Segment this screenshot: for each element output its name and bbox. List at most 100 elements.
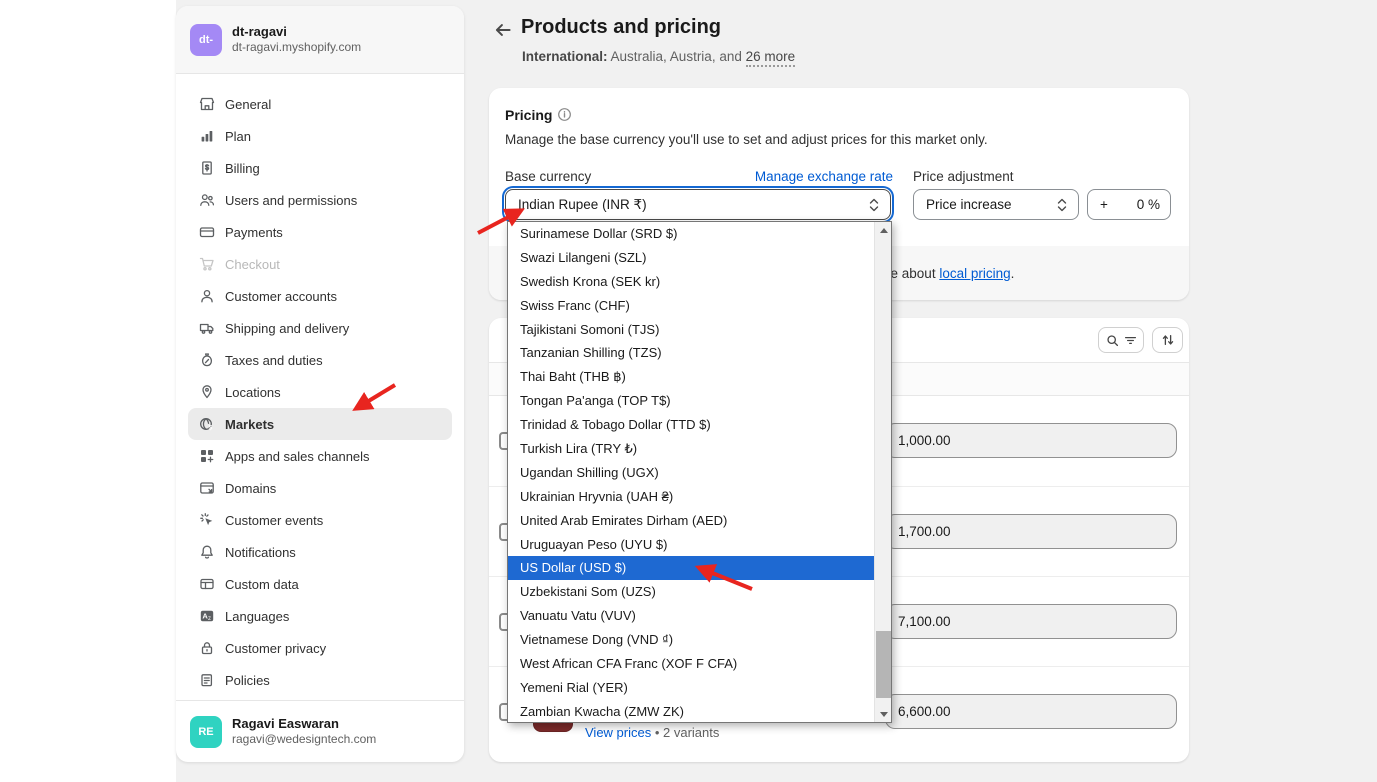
sidebar-item-taxes[interactable]: Taxes and duties — [188, 344, 452, 376]
note-period: . — [1011, 266, 1015, 281]
currency-option[interactable]: Surinamese Dollar (SRD $) — [508, 222, 874, 246]
currency-option[interactable]: Uruguayan Peso (UYU $) — [508, 533, 874, 557]
currency-option[interactable]: Ugandan Shilling (UGX) — [508, 461, 874, 485]
sidebar-item-domains[interactable]: Domains — [188, 472, 452, 504]
store-header[interactable]: dt- dt-ragavi dt-ragavi.myshopify.com — [176, 6, 464, 74]
price-input[interactable]: 6,600.00 — [885, 694, 1177, 729]
sidebar-item-languages[interactable]: Az Languages — [188, 600, 452, 632]
tax-icon — [198, 352, 215, 369]
sidebar-item-label: Customer privacy — [225, 641, 326, 656]
sidebar-item-customer-accounts[interactable]: Customer accounts — [188, 280, 452, 312]
search-icon — [1106, 334, 1119, 347]
user-avatar: RE — [190, 716, 222, 748]
sidebar-item-label: General — [225, 97, 271, 112]
sort-icon — [1161, 333, 1175, 347]
info-icon[interactable] — [557, 107, 572, 122]
sidebar-item-label: Billing — [225, 161, 260, 176]
sidebar-item-markets[interactable]: $ Markets — [188, 408, 452, 440]
person-icon — [198, 288, 215, 305]
manage-exchange-rate-text[interactable]: Manage exchange rate — [755, 169, 893, 184]
local-pricing-link[interactable]: local pricing — [939, 266, 1010, 281]
sidebar-item-general[interactable]: General — [188, 88, 452, 120]
subtitle-scope-label: International: — [522, 49, 608, 64]
sidebar-item-label: Locations — [225, 385, 281, 400]
store-icon — [198, 96, 215, 113]
sidebar-item-label: Payments — [225, 225, 283, 240]
variant-count: • 2 variants — [655, 725, 720, 740]
currency-option[interactable]: Tongan Pa'anga (TOP T$) — [508, 389, 874, 413]
currency-option[interactable]: Ukrainian Hryvnia (UAH ₴) — [508, 485, 874, 509]
sort-button[interactable] — [1152, 327, 1183, 353]
scroll-down-arrow[interactable] — [875, 706, 892, 722]
currency-option[interactable]: Swiss Franc (CHF) — [508, 294, 874, 318]
currency-option[interactable]: West African CFA Franc (XOF F CFA) — [508, 652, 874, 676]
store-name: dt-ragavi — [232, 24, 361, 40]
filter-icon — [1124, 334, 1137, 347]
currency-option[interactable]: Yemeni Rial (YER) — [508, 676, 874, 700]
price-input[interactable]: 1,700.00 — [885, 514, 1177, 549]
sidebar-item-policies[interactable]: Policies — [188, 664, 452, 696]
pin-icon — [198, 384, 215, 401]
store-avatar: dt- — [190, 24, 222, 56]
sidebar-item-label: Custom data — [225, 577, 299, 592]
globe-dollar-icon: $ — [198, 416, 215, 433]
more-countries-link[interactable]: 26 more — [746, 49, 796, 67]
currency-option[interactable]: Trinidad & Tobago Dollar (TTD $) — [508, 413, 874, 437]
bell-icon — [198, 544, 215, 561]
sidebar-item-shipping[interactable]: Shipping and delivery — [188, 312, 452, 344]
truck-icon — [198, 320, 215, 337]
base-currency-value: Indian Rupee (INR ₹) — [518, 197, 868, 213]
sidebar-item-label: Checkout — [225, 257, 280, 272]
sidebar-item-notifications[interactable]: Notifications — [188, 536, 452, 568]
sidebar-item-apps[interactable]: Apps and sales channels — [188, 440, 452, 472]
view-prices-link[interactable]: View prices — [585, 725, 651, 740]
search-filter-button[interactable] — [1098, 327, 1144, 353]
base-currency-select[interactable]: Indian Rupee (INR ₹) — [505, 189, 891, 220]
cursor-click-icon — [198, 512, 215, 529]
currency-options: Surinamese Dollar (SRD $) Swazi Lilangen… — [508, 222, 874, 722]
scroll-up-arrow[interactable] — [875, 222, 892, 238]
price-adjustment-label: Price adjustment — [913, 169, 1014, 184]
sidebar-item-billing[interactable]: Billing — [188, 152, 452, 184]
sidebar-item-users[interactable]: Users and permissions — [188, 184, 452, 216]
currency-option[interactable]: Swazi Lilangeni (SZL) — [508, 246, 874, 270]
sidebar-item-locations[interactable]: Locations — [188, 376, 452, 408]
user-email: ragavi@wedesigntech.com — [232, 732, 376, 747]
dropdown-scrollbar[interactable] — [874, 222, 891, 722]
sidebar-item-label: Notifications — [225, 545, 296, 560]
scrollbar-thumb[interactable] — [876, 631, 891, 698]
language-icon: Az — [198, 608, 215, 625]
user-account[interactable]: RE Ragavi Easwaran ragavi@wedesigntech.c… — [176, 700, 464, 762]
currency-option[interactable]: Turkish Lira (TRY ₺) — [508, 437, 874, 461]
currency-dropdown-list: Surinamese Dollar (SRD $) Swazi Lilangen… — [507, 221, 892, 723]
sidebar-item-payments[interactable]: Payments — [188, 216, 452, 248]
back-button[interactable] — [492, 19, 514, 41]
sidebar-item-customer-events[interactable]: Customer events — [188, 504, 452, 536]
payments-icon — [198, 224, 215, 241]
sidebar-item-label: Policies — [225, 673, 270, 688]
currency-option[interactable]: Zambian Kwacha (ZMW ZK) — [508, 700, 874, 724]
chevron-updown-icon — [1056, 197, 1068, 213]
currency-option[interactable]: Tajikistani Somoni (TJS) — [508, 318, 874, 342]
pricing-description: Manage the base currency you'll use to s… — [505, 132, 988, 147]
currency-option-selected[interactable]: US Dollar (USD $) — [508, 556, 874, 580]
currency-option[interactable]: United Arab Emirates Dirham (AED) — [508, 509, 874, 533]
price-input[interactable]: 7,100.00 — [885, 604, 1177, 639]
sidebar-item-label: Domains — [225, 481, 276, 496]
sidebar-item-plan[interactable]: Plan — [188, 120, 452, 152]
sidebar-item-custom-data[interactable]: Custom data — [188, 568, 452, 600]
currency-option[interactable]: Vietnamese Dong (VND ₫) — [508, 628, 874, 652]
manage-exchange-rate-link[interactable]: Manage exchange rate — [753, 169, 893, 184]
currency-option[interactable]: Swedish Krona (SEK kr) — [508, 270, 874, 294]
price-adjustment-select[interactable]: Price increase — [913, 189, 1079, 220]
sidebar-item-customer-privacy[interactable]: Customer privacy — [188, 632, 452, 664]
sidebar-item-label: Taxes and duties — [225, 353, 323, 368]
adjustment-percent-input[interactable]: + 0 % — [1087, 189, 1171, 220]
currency-option[interactable]: Vanuatu Vatu (VUV) — [508, 604, 874, 628]
currency-option[interactable]: Uzbekistani Som (UZS) — [508, 580, 874, 604]
currency-option[interactable]: Tanzanian Shilling (TZS) — [508, 341, 874, 365]
price-input[interactable]: 1,000.00 — [885, 423, 1177, 458]
page-subtitle: International: Australia, Austria, and 2… — [522, 49, 795, 64]
currency-option[interactable]: Thai Baht (THB ฿) — [508, 365, 874, 389]
sidebar-item-label: Users and permissions — [225, 193, 357, 208]
